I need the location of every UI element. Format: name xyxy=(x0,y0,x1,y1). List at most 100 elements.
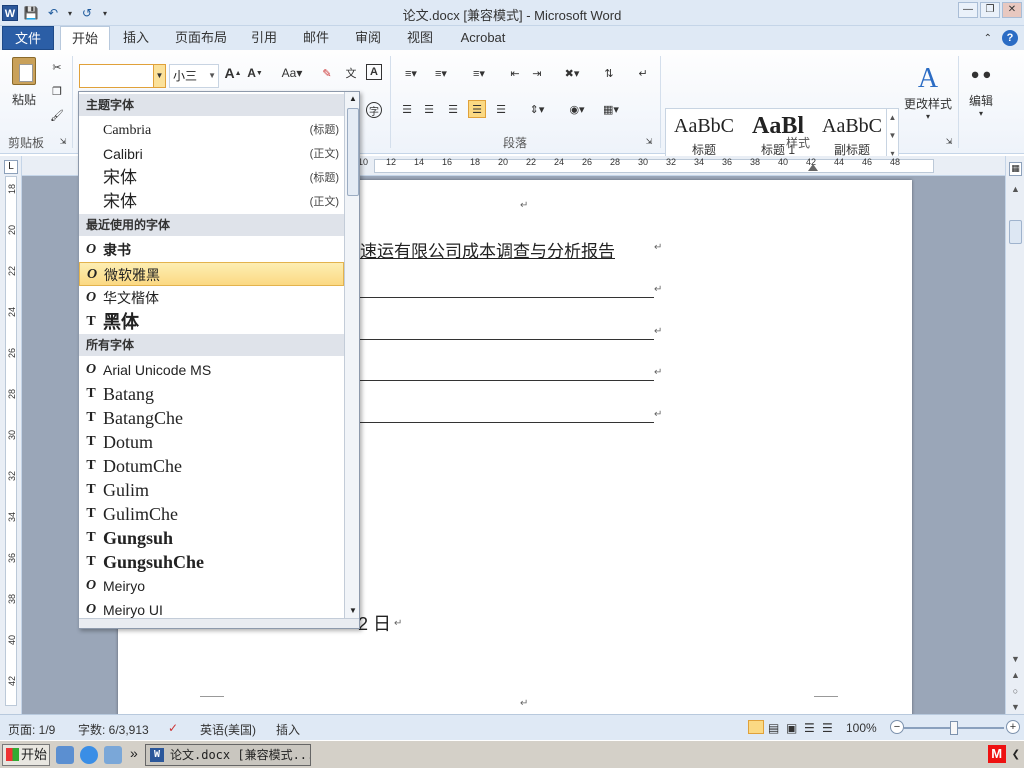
phonetic-guide-icon[interactable]: 文 xyxy=(342,64,360,82)
tray-arrow-icon[interactable]: ❮ xyxy=(1012,749,1020,760)
font-list-item[interactable]: 宋体 (正文) xyxy=(79,190,344,214)
media-icon[interactable] xyxy=(104,746,122,764)
tray-app-icon[interactable]: M xyxy=(987,745,1006,763)
tab-review[interactable]: 审阅 xyxy=(348,26,388,50)
tab-mailings[interactable]: 邮件 xyxy=(296,26,336,50)
scroll-up-button[interactable]: ▲ xyxy=(347,94,359,106)
minimize-button[interactable]: — xyxy=(958,2,978,18)
align-right-icon[interactable]: ☰ xyxy=(444,100,462,118)
print-layout-icon[interactable] xyxy=(748,720,764,734)
bullets-icon[interactable]: ≡▾ xyxy=(398,64,424,82)
font-list-item[interactable]: O Meiryo xyxy=(79,574,344,598)
font-list-item[interactable]: O 微软雅黑 xyxy=(79,262,344,286)
restore-button[interactable]: ❐ xyxy=(980,2,1000,18)
change-styles-button[interactable]: A 更改样式 ▾ xyxy=(902,58,954,126)
scroll-down-button[interactable]: ▼ xyxy=(1009,652,1022,666)
font-list-item[interactable]: T Gulim xyxy=(79,478,344,502)
shrink-font-button[interactable]: A ▼ xyxy=(246,64,264,82)
underline-field[interactable] xyxy=(360,422,654,423)
numbering-icon[interactable]: ≡▾ xyxy=(428,64,454,82)
scroll-down-button[interactable]: ▼ xyxy=(347,606,359,618)
cut-icon[interactable]: ✂ xyxy=(48,58,66,76)
language-indicator[interactable]: 英语(美国) xyxy=(200,721,256,738)
paragraph-launcher-icon[interactable]: ⇲ xyxy=(644,136,654,146)
increase-indent-icon[interactable]: ⇥ xyxy=(528,64,546,82)
resize-grip[interactable] xyxy=(79,618,359,628)
char-border-icon[interactable]: A xyxy=(366,64,382,80)
zoom-level[interactable]: 100% xyxy=(846,721,877,735)
font-list-item[interactable]: O Arial Unicode MS xyxy=(79,358,344,382)
clipboard-launcher-icon[interactable]: ⇲ xyxy=(58,136,68,146)
font-list-item[interactable]: O 隶书 xyxy=(79,238,344,262)
justify-icon[interactable]: ☰ xyxy=(468,100,486,118)
font-list-item[interactable]: T GungsuhChe xyxy=(79,550,344,574)
grow-font-button[interactable]: A ▲ xyxy=(224,64,242,82)
line-spacing-icon[interactable]: ⇕▾ xyxy=(524,100,550,118)
tab-selector[interactable]: L xyxy=(4,160,18,174)
font-list-item[interactable]: T GulimChe xyxy=(79,502,344,526)
reading-layout-icon[interactable]: ▤ xyxy=(768,721,779,735)
font-list-item[interactable]: T BatangChe xyxy=(79,406,344,430)
prev-page-button[interactable]: ▲ xyxy=(1009,668,1022,682)
distribute-icon[interactable]: ☰ xyxy=(492,100,510,118)
zoom-slider-thumb[interactable] xyxy=(950,721,958,735)
chevron-down-icon[interactable]: ▼ xyxy=(153,65,165,87)
vertical-scrollbar[interactable]: ▦ ▲ ▼ ▲ ○ ▼ xyxy=(1005,156,1024,714)
scroll-up-button[interactable]: ▲ xyxy=(1009,182,1022,196)
taskbar-word-window[interactable]: W 论文.docx [兼容模式... xyxy=(145,744,311,766)
font-list-item[interactable]: 宋体 (标题) xyxy=(79,166,344,190)
chinese-layout-icon[interactable]: ✖▾ xyxy=(560,64,584,82)
quicklaunch-chevron[interactable]: » xyxy=(130,745,138,761)
draft-icon[interactable]: ☰ xyxy=(822,721,833,735)
help-icon[interactable]: ? xyxy=(1002,30,1018,46)
page-indicator[interactable]: 页面: 1/9 xyxy=(8,721,55,738)
ie-icon[interactable] xyxy=(80,746,98,764)
underline-field[interactable] xyxy=(360,339,654,340)
font-list-item[interactable]: T 黑体 xyxy=(79,310,344,334)
font-list-item[interactable]: T DotumChe xyxy=(79,454,344,478)
minimize-ribbon-icon[interactable]: ⌃ xyxy=(984,33,992,44)
proofing-icon[interactable]: ✓ xyxy=(168,721,178,735)
font-name-combobox[interactable]: ▼ xyxy=(79,64,166,88)
paste-button[interactable]: 粘贴 xyxy=(6,56,42,108)
show-desktop-icon[interactable] xyxy=(56,746,74,764)
tab-file[interactable]: 文件 xyxy=(2,26,54,50)
font-list-item[interactable]: Cambria (标题) xyxy=(79,118,344,142)
font-list-item[interactable]: O 华文楷体 xyxy=(79,286,344,310)
copy-icon[interactable]: ❐ xyxy=(48,82,66,100)
sort-icon[interactable]: ⇅ xyxy=(600,64,618,82)
start-button[interactable]: 开始 xyxy=(2,744,50,766)
font-list-item[interactable]: T Gungsuh xyxy=(79,526,344,550)
word-count[interactable]: 字数: 6/3,913 xyxy=(78,721,149,738)
shading-icon[interactable]: ◉▾ xyxy=(564,100,590,118)
font-list-scroll-thumb[interactable] xyxy=(347,108,359,196)
font-list-scrollbar[interactable]: ▲ ▼ xyxy=(344,92,359,620)
web-layout-icon[interactable]: ▣ xyxy=(786,721,797,735)
zoom-in-button[interactable]: + xyxy=(1006,720,1020,734)
underline-field[interactable] xyxy=(360,297,654,298)
tab-page-layout[interactable]: 页面布局 xyxy=(170,26,232,50)
tab-references[interactable]: 引用 xyxy=(244,26,284,50)
enclose-char-icon[interactable]: 字 xyxy=(366,102,382,118)
scroll-thumb[interactable] xyxy=(1009,220,1022,244)
underline-field[interactable] xyxy=(360,380,654,381)
format-painter-icon[interactable]: 🖌 xyxy=(48,106,66,124)
font-list-item[interactable]: T Dotum xyxy=(79,430,344,454)
font-list-item[interactable]: Calibri (正文) xyxy=(79,142,344,166)
chevron-down-icon[interactable]: ▼ xyxy=(208,65,216,87)
document-title[interactable]: 速运有限公司成本调查与分析报告 xyxy=(360,237,615,262)
align-center-icon[interactable]: ☰ xyxy=(420,100,438,118)
align-left-icon[interactable]: ☰ xyxy=(398,100,416,118)
font-list-item[interactable]: T Batang xyxy=(79,382,344,406)
change-case-button[interactable]: Aa ▾ xyxy=(278,64,306,82)
editing-button[interactable]: ⚫⚫ 编辑 ▾ xyxy=(964,58,998,126)
tab-insert[interactable]: 插入 xyxy=(116,26,156,50)
outline-icon[interactable]: ☰ xyxy=(804,721,815,735)
tab-acrobat[interactable]: Acrobat xyxy=(452,26,514,50)
tab-home[interactable]: 开始 xyxy=(60,26,110,50)
show-marks-icon[interactable]: ↵ xyxy=(634,64,652,82)
view-ruler-icon[interactable]: ▦ xyxy=(1009,162,1022,176)
borders-icon[interactable]: ▦▾ xyxy=(598,100,624,118)
clear-format-icon[interactable]: ✎ xyxy=(318,64,336,82)
decrease-indent-icon[interactable]: ⇤ xyxy=(506,64,524,82)
